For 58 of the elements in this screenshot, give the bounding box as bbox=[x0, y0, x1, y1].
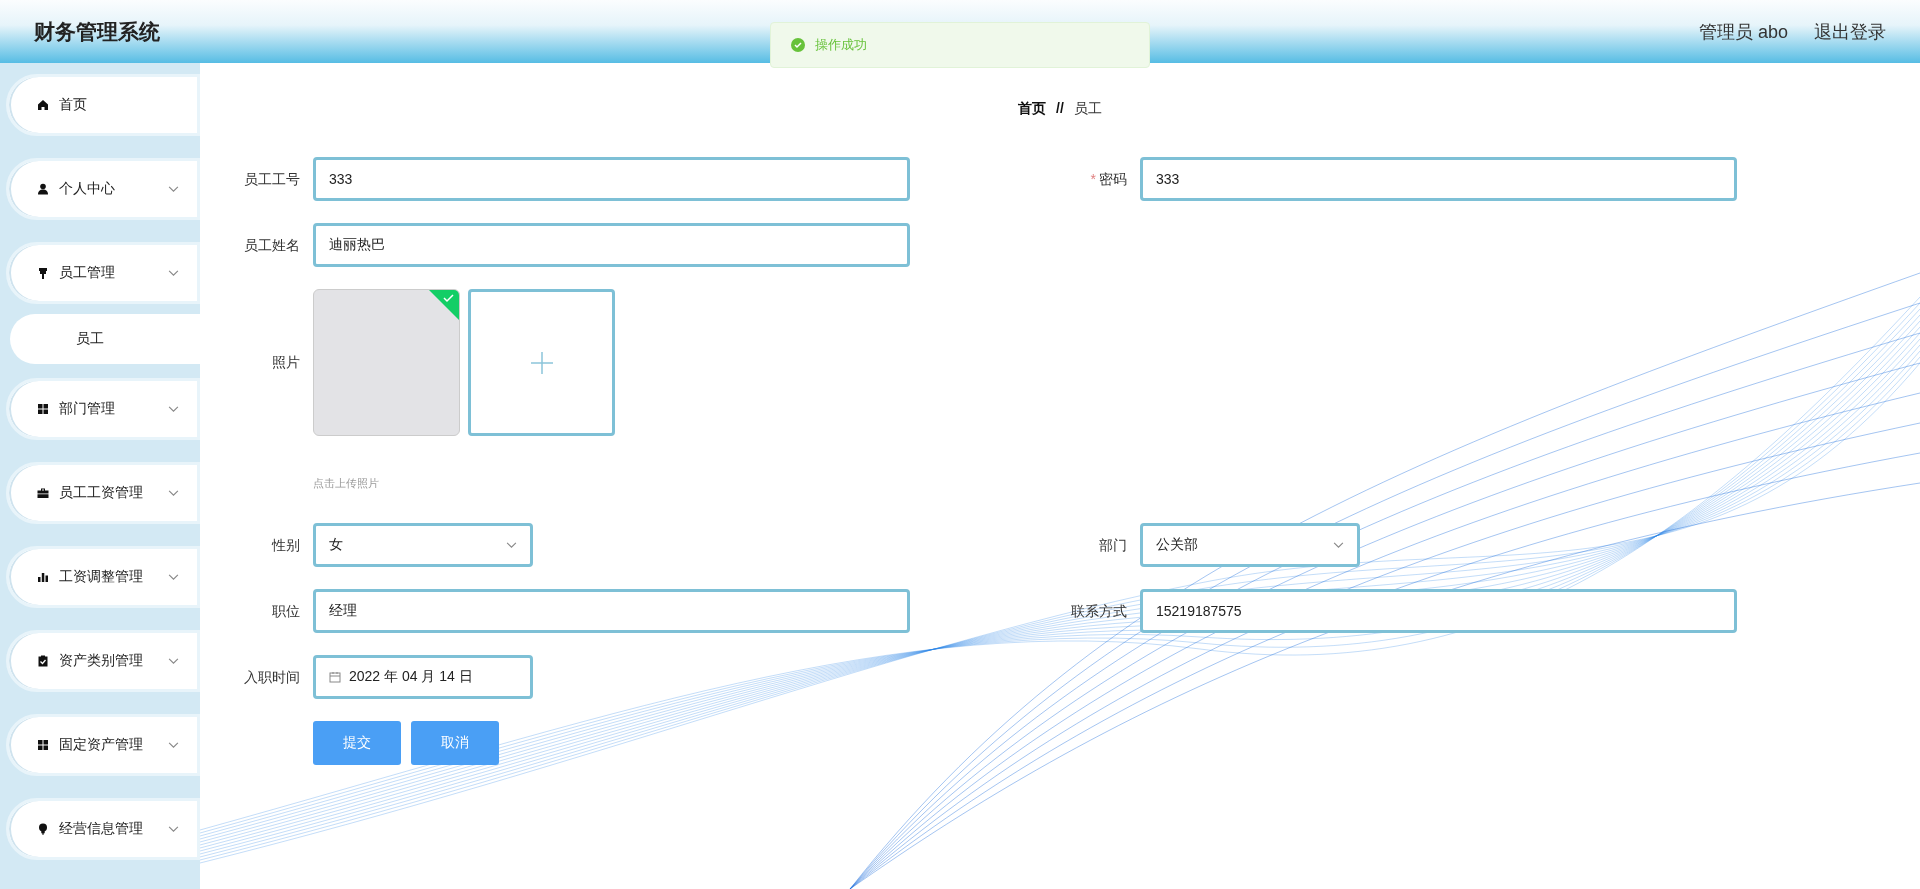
text-field[interactable]: 15219187575 bbox=[1140, 589, 1737, 633]
chevron-down-icon bbox=[506, 541, 517, 549]
breadcrumb-separator: // bbox=[1056, 100, 1064, 118]
text-field[interactable]: 迪丽热巴 bbox=[313, 223, 910, 267]
upload-area[interactable] bbox=[468, 289, 615, 436]
text-field[interactable]: 经理 bbox=[313, 589, 910, 633]
calendar-icon bbox=[329, 671, 341, 683]
clipboard-check-icon bbox=[37, 655, 49, 667]
chevron-down-icon bbox=[168, 185, 179, 193]
sidebar-item[interactable]: 员工工资管理 bbox=[6, 462, 200, 524]
home-icon bbox=[37, 99, 49, 111]
sidebar-item[interactable]: 个人中心 bbox=[6, 158, 200, 220]
chevron-down-icon bbox=[168, 825, 179, 833]
sidebar-item[interactable]: 工资调整管理 bbox=[6, 546, 200, 608]
select-field[interactable]: 女 bbox=[313, 523, 533, 567]
chevron-down-icon bbox=[168, 269, 179, 277]
field-label: 员工工号 bbox=[243, 170, 301, 189]
chevron-down-icon bbox=[168, 657, 179, 665]
grid-icon bbox=[37, 739, 49, 751]
sidebar-item[interactable]: 经营信息管理 bbox=[6, 798, 200, 860]
field-label: 照片 bbox=[271, 353, 301, 372]
grid-icon bbox=[37, 403, 49, 415]
chevron-down-icon bbox=[168, 741, 179, 749]
chevron-down-icon bbox=[1333, 541, 1344, 549]
breadcrumb-current: 员工 bbox=[1073, 100, 1102, 118]
sidebar-subitem[interactable]: 员工 bbox=[10, 314, 200, 364]
field-label: 性别 bbox=[270, 536, 301, 555]
select-field[interactable]: 公关部 bbox=[1140, 523, 1360, 567]
pushpin-icon bbox=[37, 267, 49, 279]
upload-hint: 点击上传照片 bbox=[313, 476, 380, 491]
sidebar-item[interactable]: 员工管理 bbox=[6, 242, 200, 304]
toast-message: 操作成功 bbox=[815, 36, 867, 54]
app-title: 财务管理系统 bbox=[34, 18, 160, 45]
bar-chart-icon bbox=[37, 571, 49, 583]
sidebar-item[interactable]: 资产类别管理 bbox=[6, 630, 200, 692]
person-icon bbox=[37, 183, 49, 195]
field-label: 入职时间 bbox=[243, 668, 301, 687]
logout-link[interactable]: 退出登录 bbox=[1814, 19, 1886, 44]
text-field[interactable]: 333 bbox=[1140, 157, 1737, 201]
plus-icon bbox=[530, 351, 553, 374]
breadcrumb-link[interactable]: 首页 bbox=[1018, 100, 1047, 123]
check-circle-icon bbox=[791, 38, 805, 52]
chevron-down-icon bbox=[168, 573, 179, 581]
date-field[interactable]: 2022 年 04 月 14 日 bbox=[313, 655, 533, 699]
field-label: 职位 bbox=[271, 602, 301, 621]
chevron-down-icon bbox=[168, 405, 179, 413]
sidebar-item[interactable]: 固定资产管理 bbox=[6, 714, 200, 776]
chevron-down-icon bbox=[168, 489, 179, 497]
field-label: 联系方式 bbox=[1070, 602, 1128, 621]
lightbulb-icon bbox=[37, 823, 49, 835]
sidebar-item[interactable]: 部门管理 bbox=[6, 378, 200, 440]
sidebar-item[interactable]: 首页 bbox=[6, 74, 200, 136]
text-field[interactable]: 333 bbox=[313, 157, 910, 201]
field-label: 部门 bbox=[1098, 536, 1128, 555]
briefcase-icon bbox=[37, 487, 49, 499]
field-label: * 密码 bbox=[1089, 170, 1128, 189]
user-label: 管理员 abo bbox=[1698, 20, 1788, 44]
field-label: 员工姓名 bbox=[243, 236, 301, 255]
